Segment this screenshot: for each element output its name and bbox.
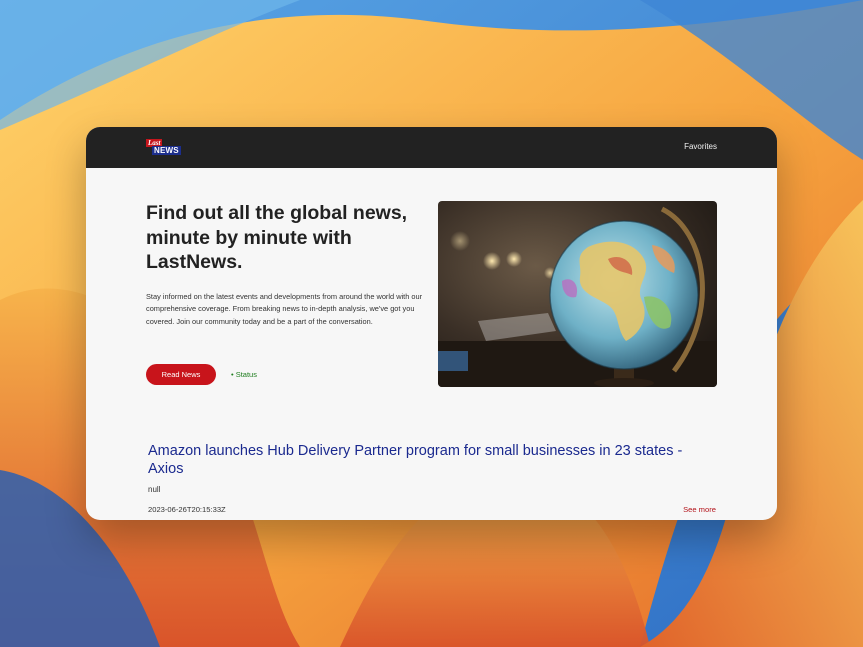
read-news-button[interactable]: Read News xyxy=(146,364,216,385)
article-title-link[interactable]: Amazon launches Hub Delivery Partner pro… xyxy=(148,443,708,478)
browser-window: Last NEWS Favorites Find out all the glo… xyxy=(86,127,777,520)
top-navbar: Last NEWS Favorites xyxy=(86,127,777,168)
globe-photo-icon xyxy=(438,201,717,387)
globe-hero-image xyxy=(438,201,717,387)
hero-title: Find out all the global news, minute by … xyxy=(146,202,408,273)
status-link[interactable]: • Status xyxy=(231,369,257,380)
lastnews-logo[interactable]: Last NEWS xyxy=(146,139,181,157)
see-more-link[interactable]: See more xyxy=(683,504,716,515)
hero-description: Stay informed on the latest events and d… xyxy=(146,292,423,326)
article-date: 2023-06-26T20:15:33Z xyxy=(148,505,226,514)
logo-news-text: NEWS xyxy=(152,146,181,155)
article-description: null xyxy=(148,485,161,494)
favorites-link[interactable]: Favorites xyxy=(684,141,717,153)
